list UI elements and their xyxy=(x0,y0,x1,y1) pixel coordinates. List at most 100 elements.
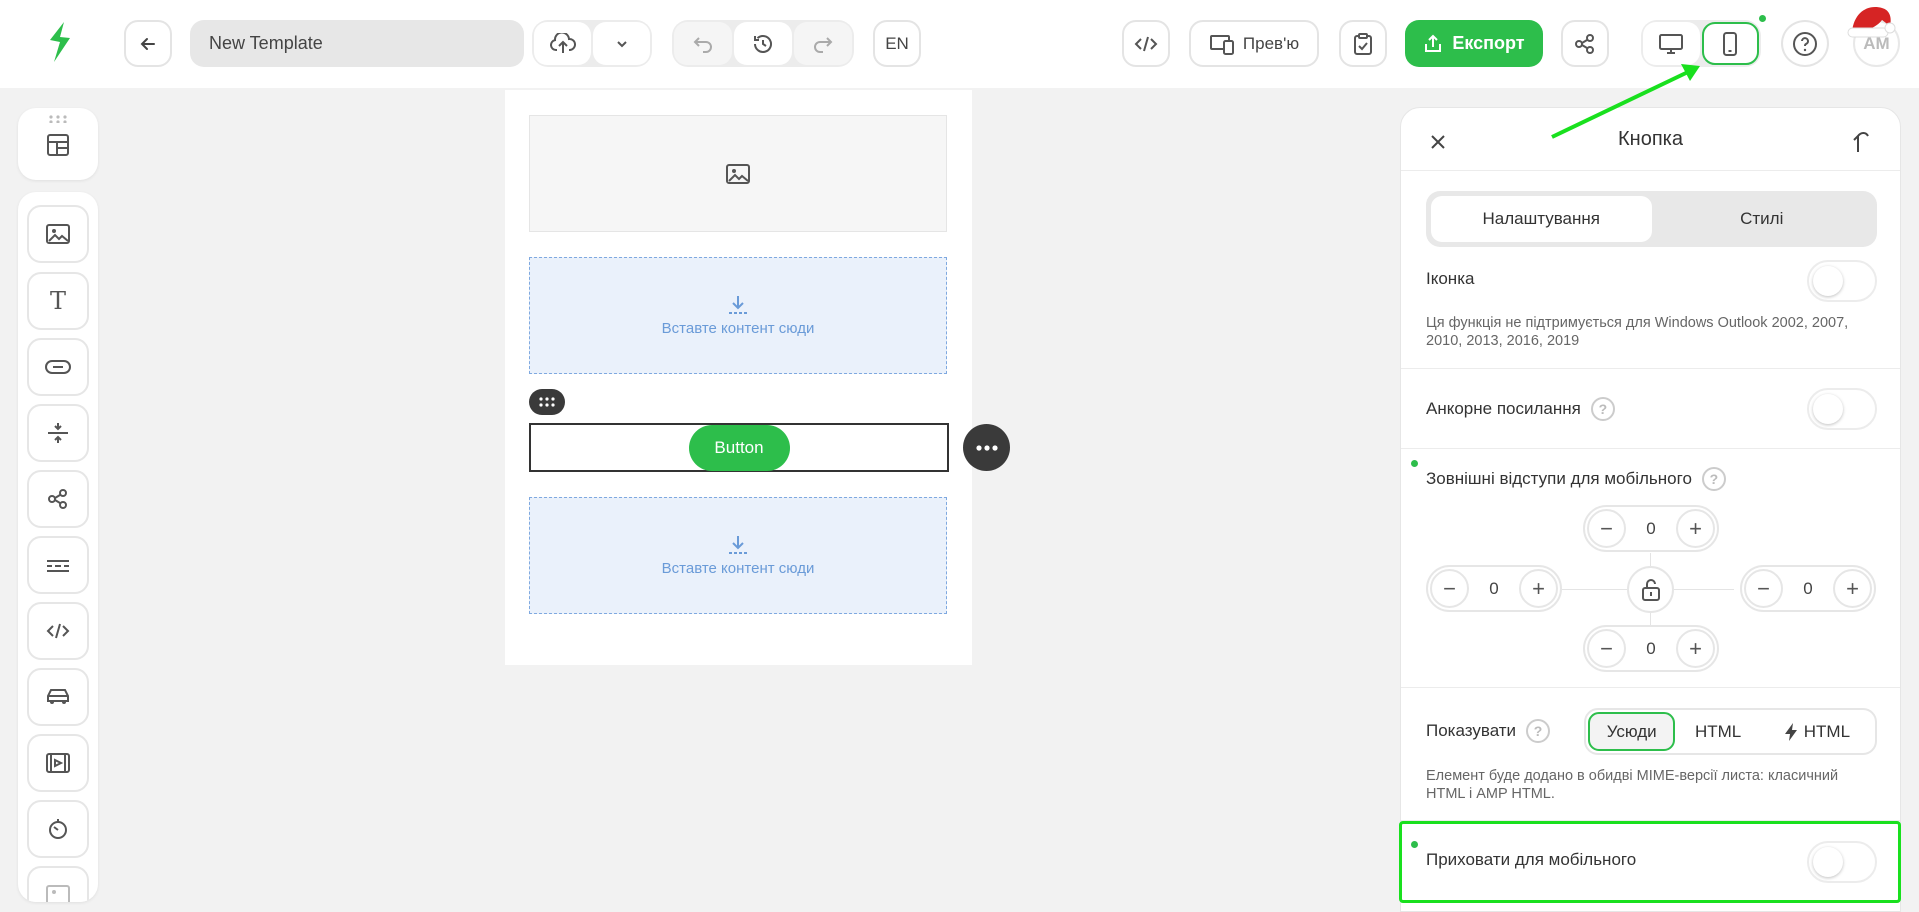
block-drag-handle[interactable] xyxy=(529,389,565,415)
sidebar-item-timer[interactable] xyxy=(27,800,89,858)
tab-styles[interactable]: Стилі xyxy=(1652,196,1873,242)
divider xyxy=(1401,448,1900,449)
spacer-icon xyxy=(48,423,68,443)
sidebar-item-html[interactable] xyxy=(27,602,89,660)
margin-top-stepper: − 0 + xyxy=(1583,505,1719,552)
history-button[interactable] xyxy=(734,22,792,65)
connector-line xyxy=(1562,589,1627,590)
show-html-option[interactable]: HTML xyxy=(1677,712,1758,751)
increment-button[interactable]: + xyxy=(1676,509,1715,548)
connector-line xyxy=(1674,589,1734,590)
block-library-sidebar: T xyxy=(18,192,98,902)
app-logo-icon[interactable] xyxy=(44,20,76,64)
help-icon[interactable]: ? xyxy=(1701,467,1726,491)
help-icon[interactable]: ? xyxy=(1526,719,1551,743)
email-button[interactable]: Button xyxy=(688,424,790,471)
icon-toggle[interactable] xyxy=(1807,260,1877,302)
share-button[interactable] xyxy=(1561,20,1609,67)
highlight-box xyxy=(1399,821,1901,903)
decrement-button[interactable]: − xyxy=(1430,569,1469,608)
code-icon xyxy=(1134,36,1158,51)
mobile-view-button[interactable] xyxy=(1701,22,1759,65)
arrow-left-icon xyxy=(140,37,155,50)
decrement-button[interactable]: − xyxy=(1587,629,1626,668)
help-button[interactable] xyxy=(1781,20,1829,67)
anchor-link-label: Анкорне посилання xyxy=(1426,399,1581,418)
increment-button[interactable]: + xyxy=(1833,569,1872,608)
pin-panel-icon[interactable] xyxy=(1850,130,1872,154)
margin-top-value[interactable]: 0 xyxy=(1646,519,1655,539)
increment-button[interactable]: + xyxy=(1519,569,1558,608)
decrement-button[interactable]: − xyxy=(1587,509,1626,548)
show-amp-html-option[interactable]: HTML xyxy=(1761,712,1873,751)
back-button[interactable] xyxy=(124,20,172,67)
video-icon xyxy=(46,753,70,773)
margin-left-value[interactable]: 0 xyxy=(1489,579,1498,599)
car-icon xyxy=(47,689,69,704)
cloud-save-button[interactable] xyxy=(534,22,591,65)
code-view-button[interactable] xyxy=(1122,20,1170,67)
drag-dots-icon xyxy=(539,397,555,407)
margin-bottom-value[interactable]: 0 xyxy=(1646,639,1655,659)
image-icon xyxy=(46,224,70,244)
sidebar-item-ai[interactable] xyxy=(27,668,89,726)
text-icon: T xyxy=(49,287,66,315)
export-button[interactable]: Експорт xyxy=(1405,20,1543,67)
save-options-dropdown[interactable] xyxy=(593,22,650,65)
chevron-down-icon xyxy=(616,40,627,47)
redo-icon xyxy=(814,36,833,53)
preview-button[interactable]: Прев'ю xyxy=(1189,20,1319,67)
sidebar-item-social[interactable] xyxy=(27,470,89,528)
sidebar-item-button[interactable] xyxy=(27,338,89,396)
anchor-link-row: Анкорне посилання ? xyxy=(1426,397,1615,421)
sidebar-item-image[interactable] xyxy=(27,205,89,263)
layout-blocks-icon[interactable] xyxy=(45,132,71,158)
image-block[interactable] xyxy=(529,115,947,232)
decrement-button[interactable]: − xyxy=(1744,569,1783,608)
drag-dots-icon[interactable] xyxy=(49,115,67,123)
increment-button[interactable]: + xyxy=(1676,629,1715,668)
anchor-link-toggle[interactable] xyxy=(1807,388,1877,430)
desktop-icon xyxy=(1659,33,1684,54)
sidebar-item-text[interactable]: T xyxy=(27,272,89,330)
tab-settings[interactable]: Налаштування xyxy=(1431,196,1652,242)
divider xyxy=(1401,368,1900,369)
insert-down-icon xyxy=(729,296,747,314)
preview-label: Прев'ю xyxy=(1242,33,1300,53)
santa-hat-icon xyxy=(1847,7,1896,38)
desktop-view-button[interactable] xyxy=(1643,22,1700,65)
drop-zone-text: Вставте контент сюди xyxy=(661,320,815,337)
language-button[interactable]: EN xyxy=(873,20,921,67)
clipboard-check-icon xyxy=(1354,32,1372,55)
image-icon xyxy=(46,885,70,902)
drop-zone-bottom[interactable]: Вставте контент сюди xyxy=(529,497,947,614)
top-toolbar: EN Прев'ю Експорт AM xyxy=(0,0,1919,88)
mobile-margins-row: Зовнішні відступи для мобільного ? xyxy=(1426,467,1726,491)
sidebar-item-spacer[interactable] xyxy=(27,404,89,462)
sidebar-item-banner[interactable] xyxy=(27,866,89,902)
template-name-input[interactable] xyxy=(190,20,524,67)
panel-tabs: Налаштування Стилі xyxy=(1426,191,1877,247)
sidebar-item-video[interactable] xyxy=(27,734,89,792)
button-settings-panel: Кнопка Налаштування Стилі Іконка Ця функ… xyxy=(1400,107,1901,912)
cloud-upload-icon xyxy=(549,32,576,53)
image-placeholder-icon xyxy=(726,163,750,184)
margin-bottom-stepper: − 0 + xyxy=(1583,625,1719,672)
margin-right-value[interactable]: 0 xyxy=(1803,579,1812,599)
undo-button[interactable] xyxy=(674,22,732,65)
share-icon xyxy=(1575,33,1594,54)
selected-button-block[interactable]: Button xyxy=(529,423,949,472)
sidebar-item-divider[interactable] xyxy=(27,536,89,594)
redo-button[interactable] xyxy=(794,22,852,65)
drop-zone-top[interactable]: Вставте контент сюди xyxy=(529,257,947,374)
link-margins-button[interactable] xyxy=(1627,566,1674,613)
block-more-button[interactable] xyxy=(963,424,1010,471)
history-group xyxy=(672,20,854,67)
help-icon[interactable]: ? xyxy=(1590,397,1615,421)
insert-down-icon xyxy=(729,536,747,554)
show-everywhere-option[interactable]: Усюди xyxy=(1588,712,1676,751)
more-dots-icon xyxy=(975,444,998,451)
checklist-button[interactable] xyxy=(1339,20,1387,67)
icon-setting-label: Іконка xyxy=(1426,269,1475,288)
divider xyxy=(1401,170,1900,171)
